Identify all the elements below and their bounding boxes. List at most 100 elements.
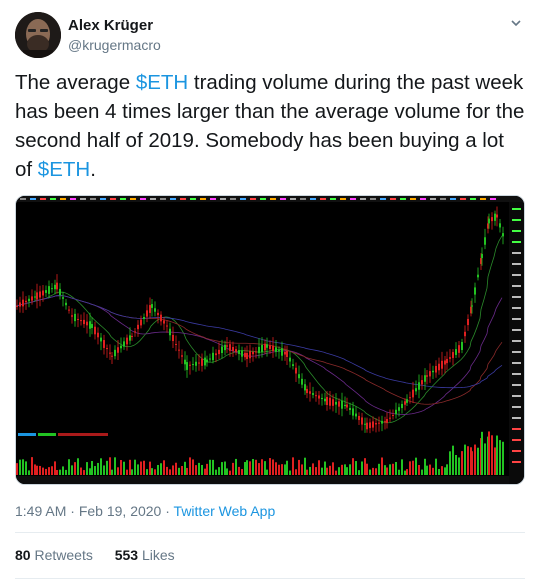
candle xyxy=(261,344,263,353)
candle xyxy=(62,297,64,299)
volume-bar xyxy=(151,468,153,475)
candle xyxy=(352,408,354,416)
candle xyxy=(126,337,128,345)
toolbar-mark xyxy=(480,198,486,200)
volume-bar xyxy=(51,466,53,475)
candle xyxy=(318,395,320,399)
candle xyxy=(71,315,73,317)
toolbar-mark xyxy=(140,198,146,200)
volume-bar xyxy=(129,459,131,475)
axis-tick-label xyxy=(512,329,521,331)
candle xyxy=(36,292,38,300)
toolbar-mark xyxy=(280,198,286,200)
retweets-stat[interactable]: 80 Retweets xyxy=(15,547,93,563)
volume-bar xyxy=(344,464,346,475)
toolbar-mark xyxy=(290,198,296,200)
candle xyxy=(438,363,440,371)
toolbar-mark xyxy=(450,198,456,200)
candle xyxy=(111,355,113,357)
candle xyxy=(226,345,228,347)
candle xyxy=(355,413,357,417)
tweet-image-chart[interactable] xyxy=(15,195,525,485)
volume-bar xyxy=(249,461,251,475)
volume-bar xyxy=(36,465,38,475)
volume-bar xyxy=(218,467,220,475)
volume-bar xyxy=(272,459,274,475)
volume-bar xyxy=(366,463,368,475)
cashtag-link[interactable]: $ETH xyxy=(136,71,188,94)
volume-bar xyxy=(232,462,234,475)
candle xyxy=(278,350,280,352)
volume-bar xyxy=(221,462,223,475)
volume-bar xyxy=(418,464,420,475)
volume-bar xyxy=(189,457,191,475)
chevron-down-icon[interactable] xyxy=(509,16,523,30)
volume-bar xyxy=(496,435,498,475)
volume-bar xyxy=(198,462,200,475)
axis-tick-label xyxy=(512,417,521,419)
volume-bar xyxy=(97,462,99,475)
axis-tick-label xyxy=(512,395,521,397)
source-app-link[interactable]: Twitter Web App xyxy=(174,503,276,519)
volume-bar xyxy=(404,470,406,475)
axis-tick-label xyxy=(512,384,521,386)
volume-bar xyxy=(163,460,165,475)
volume-bar xyxy=(312,463,314,475)
candle xyxy=(412,389,414,398)
candle xyxy=(306,388,308,394)
candle xyxy=(266,344,268,348)
volume-bar xyxy=(461,451,463,475)
toolbar-mark xyxy=(460,198,466,200)
volume-bar xyxy=(389,464,391,475)
candle xyxy=(201,358,203,366)
candle xyxy=(289,357,291,362)
volume-bar xyxy=(178,467,180,475)
candle xyxy=(83,319,85,325)
volume-bar xyxy=(438,469,440,475)
avatar[interactable] xyxy=(15,12,61,58)
tweet-date[interactable]: Feb 19, 2020 xyxy=(79,503,162,519)
candle xyxy=(284,351,286,355)
toolbar-mark xyxy=(20,198,26,200)
volume-bar xyxy=(86,462,88,475)
candle xyxy=(392,414,394,416)
volume-bar xyxy=(68,459,70,475)
volume-bar xyxy=(332,462,334,475)
volume-bar xyxy=(315,467,317,475)
candle xyxy=(395,409,397,415)
author-name[interactable]: Alex Krüger xyxy=(68,17,153,34)
candle xyxy=(298,374,300,379)
retweets-label: Retweets xyxy=(34,547,93,563)
candle xyxy=(398,407,400,411)
cashtag-link[interactable]: $ETH xyxy=(38,158,90,181)
volume-bar xyxy=(120,459,122,475)
candle xyxy=(358,415,360,421)
volume-bar xyxy=(441,466,443,475)
axis-tick-label xyxy=(512,450,521,452)
author-handle[interactable]: @krugermacro xyxy=(68,37,161,53)
volume-bar xyxy=(346,467,348,475)
candle xyxy=(56,282,58,290)
toolbar-mark xyxy=(160,198,166,200)
candle xyxy=(25,300,27,303)
likes-count: 553 xyxy=(114,547,139,563)
volume-bar xyxy=(369,469,371,475)
likes-stat[interactable]: 553 Likes xyxy=(115,547,175,563)
candle xyxy=(31,296,33,301)
toolbar-mark xyxy=(30,198,36,200)
candle xyxy=(54,284,56,290)
candle xyxy=(45,290,47,293)
volume-bar xyxy=(281,464,283,475)
candle xyxy=(484,237,486,245)
candle xyxy=(435,365,437,373)
candle xyxy=(178,349,180,351)
volume-bar xyxy=(117,467,119,475)
tweet-time[interactable]: 1:49 AM xyxy=(15,503,66,519)
volume-bar xyxy=(226,468,228,475)
volume-bar xyxy=(154,469,156,475)
candle xyxy=(309,391,311,394)
volume-bar xyxy=(212,459,214,475)
volume-bar xyxy=(452,445,454,475)
candle xyxy=(114,349,116,357)
candle xyxy=(324,398,326,402)
